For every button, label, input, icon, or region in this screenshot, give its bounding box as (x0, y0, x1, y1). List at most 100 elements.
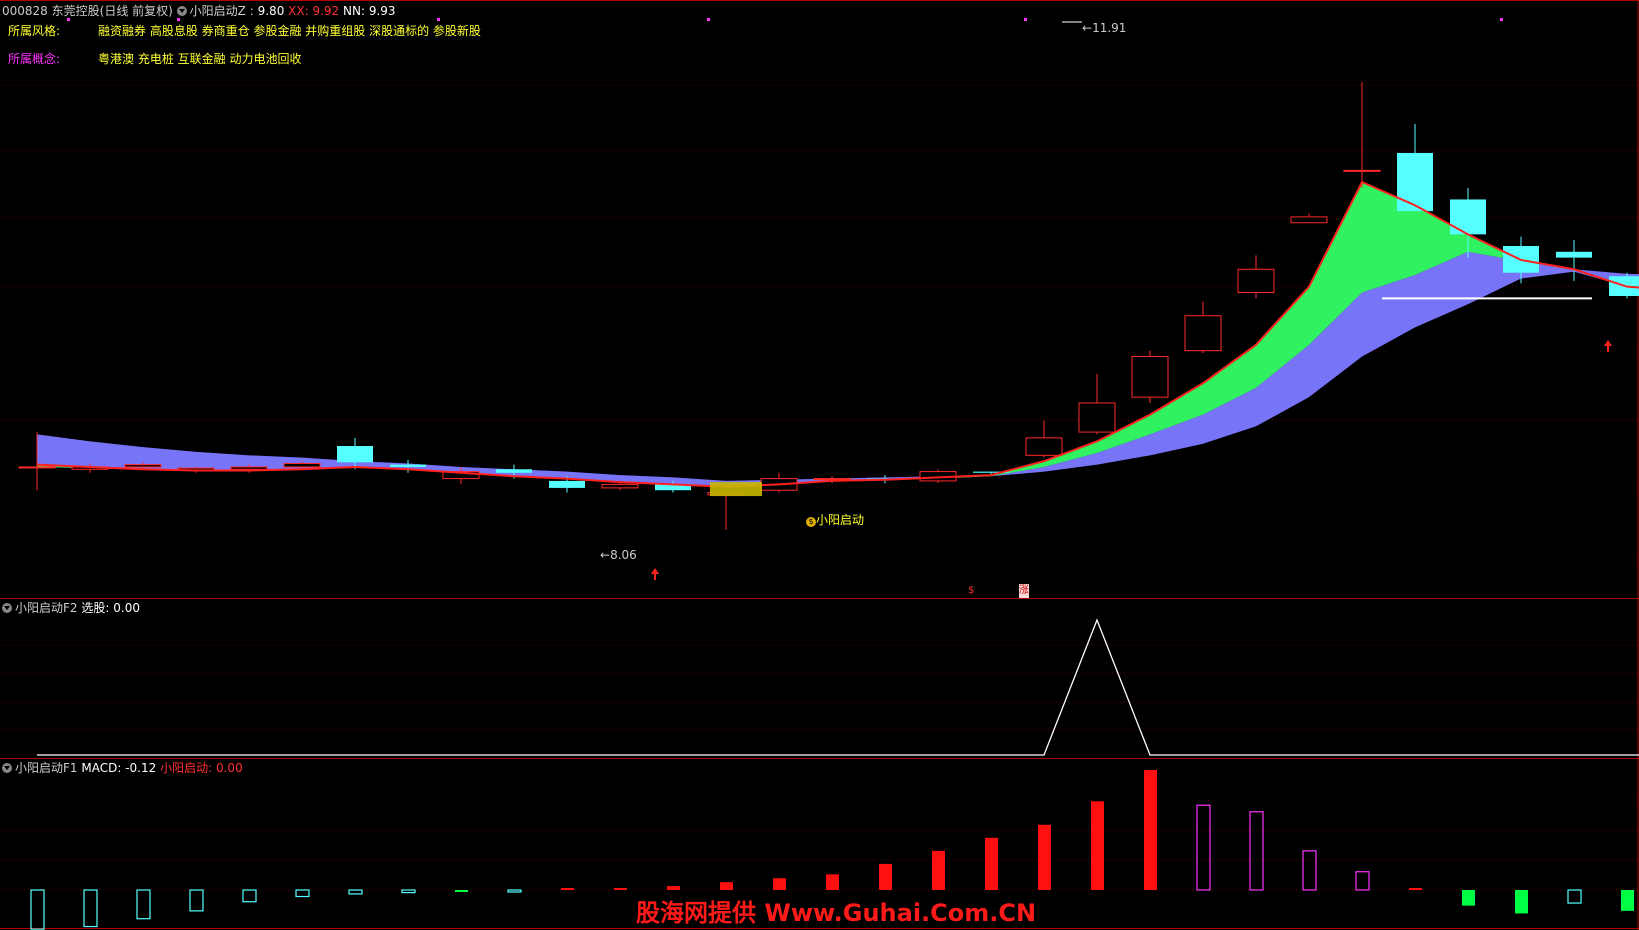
candle-body (1078, 402, 1116, 433)
candle-body (124, 464, 162, 468)
macd-bar (826, 874, 839, 890)
candle-body (1397, 152, 1433, 212)
ma-ribbon-blue (37, 251, 1639, 487)
macd-bar (1091, 801, 1104, 890)
panel3-title[interactable]: 小阳启动F1 (15, 761, 78, 775)
top-marker-dot (177, 18, 180, 21)
candle-body (1025, 437, 1063, 456)
candle-body (813, 478, 851, 481)
panel2-header: 小阳启动F2 选股: 0.00 (2, 601, 140, 615)
low-price-value: 8.06 (610, 548, 637, 562)
panel2-label: 选股: (81, 601, 110, 615)
stock-name[interactable]: 东莞控股 (52, 4, 100, 18)
macd-bar (1621, 890, 1634, 911)
macd-bar (614, 888, 627, 890)
nn-label: NN: (343, 4, 366, 18)
val1-value: 9.80 (257, 4, 285, 18)
macd-bar (773, 878, 786, 890)
candle-body (390, 464, 426, 467)
up-arrow-icon (1604, 340, 1612, 352)
panel3-settings-icon[interactable] (2, 763, 12, 773)
macd-bar (1567, 889, 1582, 904)
candle-body (496, 469, 532, 473)
watermark: 股海网提供 Www.Guhai.Com.CN (636, 899, 1037, 927)
concept-value: 粤港澳 充电桩 互联金融 动力电池回收 (98, 52, 302, 66)
indicator-name[interactable]: 小阳启动Z (190, 4, 246, 18)
event-marker-a[interactable]: $ (968, 584, 974, 598)
panel2-title[interactable]: 小阳启动F2 (15, 601, 78, 615)
event-marker-b[interactable]: 涨 (1019, 584, 1029, 598)
candle-body (1237, 268, 1275, 294)
top-marker-dot (707, 18, 710, 21)
candle-body (1450, 199, 1486, 235)
macd-label: MACD: (81, 761, 122, 775)
top-marker-dot (1500, 18, 1503, 21)
xx-value: 9.92 (312, 4, 340, 18)
header-bar: 000828 东莞控股(日线 前复权) 小阳启动Z : 9.80 XX: 9.9… (2, 4, 396, 18)
candle-body (230, 466, 268, 470)
macd-bar (1196, 804, 1211, 891)
candle-body (549, 480, 585, 488)
up-arrow-icon (651, 568, 659, 580)
macd-bar (667, 886, 680, 890)
macd-bar (455, 890, 468, 892)
macd-bar (1355, 871, 1370, 891)
candle-body (1131, 355, 1169, 398)
money-bag-icon: $ (806, 517, 816, 527)
macd-bar (879, 863, 892, 890)
concept-label: 所属概念: (8, 52, 61, 66)
macd-bar (242, 889, 257, 903)
style-label: 所属风格: (8, 24, 61, 38)
macd-bar (1144, 770, 1157, 890)
chart-stage (0, 0, 1639, 930)
panel2-value: 0.00 (113, 601, 140, 615)
nn-value: 9.93 (368, 4, 396, 18)
macd-bar (1302, 850, 1317, 891)
indicator-settings-icon[interactable] (176, 6, 187, 16)
highlight-block (710, 482, 762, 497)
macd-bar (83, 889, 98, 928)
candle-body (283, 462, 321, 468)
panel3-header: 小阳启动F1 MACD: -0.12 小阳启动: 0.00 (2, 761, 243, 775)
candle-body (1343, 169, 1381, 172)
low-price-label: ←8.06 (600, 548, 637, 562)
macd-bar (720, 882, 733, 890)
high-price-value: 11.91 (1092, 21, 1127, 35)
high-price-label: ←11.91 (1082, 21, 1127, 35)
macd-bar (1515, 890, 1528, 914)
top-marker-dot (67, 18, 70, 21)
macd-bar (932, 850, 945, 890)
candle-body (1556, 251, 1592, 258)
candle-body (601, 483, 639, 489)
macd-bar (348, 889, 363, 895)
val1-label: : (249, 4, 254, 18)
macd-bar (1038, 824, 1051, 890)
macd-bar (189, 889, 204, 912)
panel2-settings-icon[interactable] (2, 603, 12, 613)
select-signal-line (37, 618, 1639, 756)
macd-bar (507, 889, 522, 893)
signal-text: 小阳启动 (816, 513, 865, 527)
macd-bar (30, 889, 45, 930)
style-value: 融资融券 高股息股 券商重仓 参股金融 并购重组股 深股通标的 参股新股 (98, 24, 481, 38)
macd-bar (401, 889, 416, 894)
candle-body (337, 446, 373, 463)
xx-label: XX: (288, 4, 309, 18)
macd-bar (1249, 811, 1264, 891)
signal-series-label: 小阳启动: (160, 761, 213, 775)
stock-code[interactable]: 000828 (2, 4, 48, 18)
candle-body (1290, 216, 1328, 224)
signal-label: $ 小阳启动 (806, 513, 864, 527)
macd-bar (1409, 888, 1422, 890)
macd-bar (985, 837, 998, 890)
signal-series-value: 0.00 (215, 761, 243, 775)
macd-bar (561, 888, 574, 890)
period-label[interactable]: (日线 前复权) (100, 4, 173, 18)
macd-bar (295, 889, 310, 898)
top-marker-dot (437, 18, 440, 21)
macd-bar (1462, 890, 1475, 906)
macd-value: -0.12 (125, 761, 157, 775)
candle-body (18, 466, 56, 469)
top-marker-dot (1024, 18, 1027, 21)
macd-bar (136, 889, 151, 920)
